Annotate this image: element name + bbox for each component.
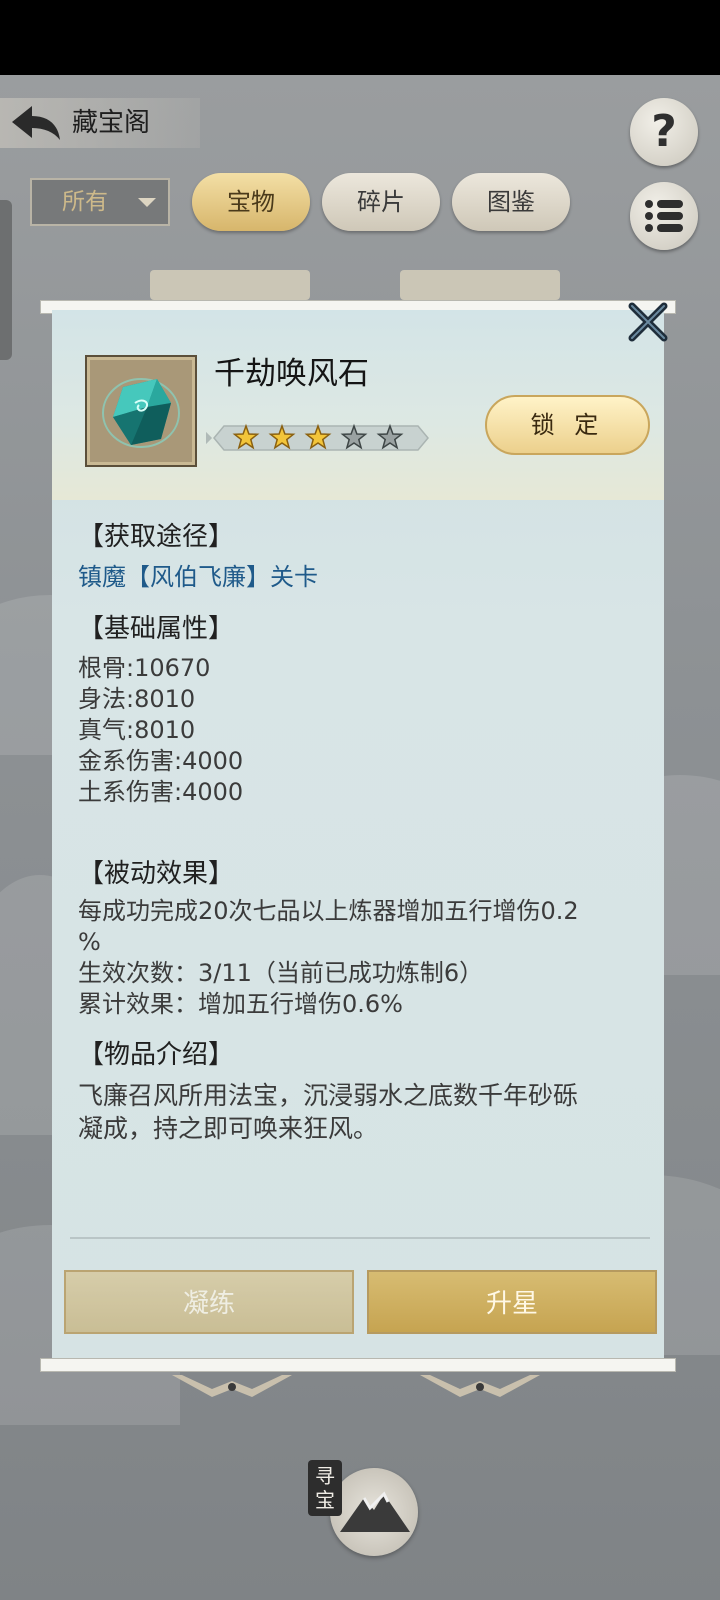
- filter-dropdown[interactable]: 所有: [30, 178, 170, 226]
- refine-button[interactable]: 凝练: [64, 1270, 354, 1334]
- passive-effects: 每成功完成20次七品以上炼器增加五行增伤0.2 % 生效次数：3/11（当前已成…: [78, 896, 638, 1020]
- item-icon-frame: [85, 355, 197, 467]
- passive-line: 生效次数：3/11（当前已成功炼制6）: [78, 959, 484, 987]
- status-bar: [0, 0, 720, 75]
- help-button[interactable]: ?: [630, 98, 698, 166]
- stat-line: 根骨:10670: [78, 654, 211, 682]
- card-ornament-right: [420, 1375, 540, 1397]
- back-arrow-icon[interactable]: [10, 104, 62, 142]
- gem-icon: [102, 378, 180, 448]
- close-icon[interactable]: [626, 300, 670, 344]
- intro-line: 凝成，持之即可唤来狂风。: [78, 1114, 379, 1143]
- passive-line: 每成功完成20次七品以上炼器增加五行增伤0.2: [78, 897, 579, 925]
- star-rating: [206, 423, 429, 451]
- passive-heading: 【被动效果】: [78, 859, 235, 889]
- background-card-top-right: [400, 270, 560, 300]
- source-heading: 【获取途径】: [78, 522, 235, 552]
- item-name: 千劫唤风石: [214, 356, 369, 392]
- intro-heading: 【物品介绍】: [78, 1040, 235, 1070]
- stat-line: 真气:8010: [78, 716, 196, 744]
- scroll-rod-bottom: [40, 1358, 676, 1372]
- background-card-top-left: [150, 270, 310, 300]
- menu-button[interactable]: [630, 182, 698, 250]
- treasure-hunt-button[interactable]: [330, 1468, 418, 1556]
- base-stats-heading: 【基础属性】: [78, 614, 235, 644]
- lock-button[interactable]: 锁 定: [485, 395, 650, 455]
- card-ornament-left: [172, 1375, 292, 1397]
- page-title: 藏宝阁: [72, 108, 151, 138]
- item-intro: 飞廉召风所用法宝，沉浸弱水之底数千年砂砾 凝成，持之即可唤来狂风。: [78, 1079, 638, 1145]
- side-drawer-handle[interactable]: [0, 200, 12, 360]
- divider: [70, 1237, 650, 1239]
- upgrade-star-button[interactable]: 升星: [367, 1270, 657, 1334]
- stat-line: 土系伤害:4000: [78, 778, 244, 806]
- stat-line: 身法:8010: [78, 685, 196, 713]
- passive-line: %: [78, 928, 101, 956]
- intro-line: 飞廉召风所用法宝，沉浸弱水之底数千年砂砾: [78, 1081, 579, 1110]
- filter-selected: 所有: [62, 189, 108, 215]
- passive-line: 累计效果：增加五行增伤0.6%: [78, 990, 403, 1018]
- source-link[interactable]: 镇魔【风伯飞廉】关卡: [78, 560, 318, 594]
- mountain-icon: [340, 1491, 410, 1532]
- tab-collection[interactable]: 图鉴: [452, 173, 570, 231]
- treasure-hunt-label: 寻宝: [308, 1460, 342, 1516]
- base-stats-list: 根骨:10670 身法:8010 真气:8010 金系伤害:4000 土系伤害:…: [78, 653, 638, 808]
- tab-treasure[interactable]: 宝物: [192, 173, 310, 231]
- stat-line: 金系伤害:4000: [78, 747, 244, 775]
- tab-fragments[interactable]: 碎片: [322, 173, 440, 231]
- list-icon: [645, 200, 683, 232]
- chevron-down-icon: [138, 198, 156, 207]
